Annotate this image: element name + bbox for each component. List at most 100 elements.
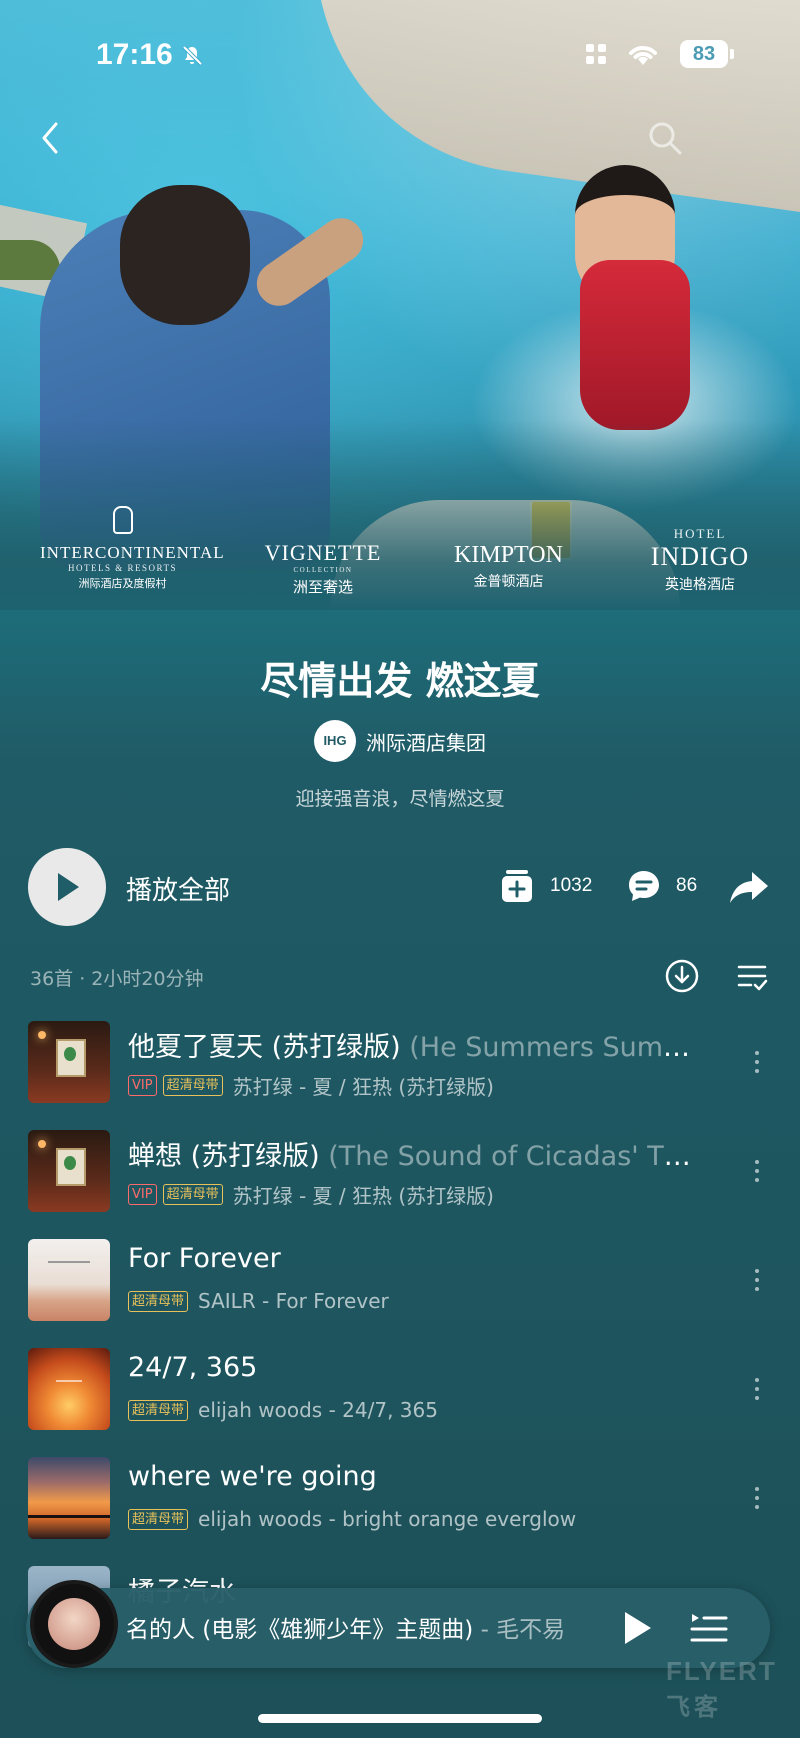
now-playing-song: 名的人 (电影《雄狮少年》主题曲)	[126, 1617, 474, 1643]
publisher-name[interactable]: 洲际酒店集团	[366, 727, 486, 756]
quality-badge: 超清母带	[162, 1075, 223, 1096]
status-bar: 17:16 83	[0, 0, 800, 110]
now-playing-cover	[48, 1598, 100, 1650]
song-title: 他夏了夏天 (苏打绿版) (He Summers Summers)	[128, 1025, 698, 1064]
playlist-meta: 36首 · 2小时20分钟	[30, 968, 204, 990]
more-icon[interactable]	[752, 1269, 762, 1299]
woman-figure	[580, 260, 690, 430]
comment-icon	[629, 871, 659, 901]
song-meta: 超清母带 elijah woods - 24/7, 365	[128, 1398, 708, 1422]
song-title: For Forever	[128, 1243, 281, 1274]
song-artist: elijah woods - 24/7, 365	[198, 1398, 438, 1422]
multi-select-icon[interactable]	[736, 962, 768, 992]
brand-kimpton: KIMPTON 金普顿酒店	[446, 542, 571, 591]
vip-badge: VIP	[128, 1184, 157, 1205]
song-row[interactable]: 他夏了夏天 (苏打绿版) (He Summers Summers) VIP 超清…	[0, 1021, 800, 1117]
brand-intercontinental: INTERCONTINENTAL HOTELS & RESORTS 洲际酒店及度…	[40, 506, 225, 591]
brand-logos: INTERCONTINENTAL HOTELS & RESORTS 洲际酒店及度…	[0, 506, 800, 596]
quality-badge: 超清母带	[128, 1399, 189, 1421]
comment-count: 86	[676, 875, 698, 896]
album-cover	[28, 1348, 110, 1430]
brand-name: INTERCONTINENTAL	[40, 543, 225, 562]
song-meta: VIP 超清母带 苏打绿 - 夏 / 狂热 (苏打绿版)	[128, 1071, 708, 1100]
now-playing-title[interactable]: 名的人 (电影《雄狮少年》主题曲) - 毛不易	[126, 1610, 626, 1644]
song-alt-title: (The Sound of Cicadas' Thoughts)	[328, 1141, 698, 1172]
bell-muted-icon	[182, 45, 203, 66]
collect-button[interactable]: 1032	[500, 868, 592, 904]
brand-cn: 洲至奢选	[292, 578, 353, 596]
share-icon[interactable]	[728, 870, 770, 906]
song-row[interactable]: For Forever 超清母带 SAILR - For Forever	[0, 1239, 800, 1335]
brand-indigo: HOTEL INDIGO 英迪格酒店	[640, 526, 760, 594]
brand-name: INDIGO	[650, 542, 750, 571]
collect-count: 1032	[550, 875, 593, 896]
search-icon[interactable]	[645, 118, 685, 158]
now-playing-artist: - 毛不易	[473, 1617, 566, 1643]
more-icon[interactable]	[752, 1051, 762, 1081]
play-pause-icon[interactable]	[620, 1608, 654, 1648]
quality-badge: 超清母带	[128, 1508, 189, 1530]
album-cover	[28, 1457, 110, 1539]
publisher-avatar[interactable]: IHG	[314, 720, 356, 762]
song-artist: elijah woods - bright orange everglow	[198, 1507, 577, 1531]
wifi-icon	[629, 46, 657, 65]
playlist-title: 尽情出发 燃这夏	[260, 659, 540, 703]
song-title: 24/7, 365	[128, 1352, 258, 1383]
album-cover	[28, 1130, 110, 1212]
song-row[interactable]: where we're going 超清母带 elijah woods - br…	[0, 1457, 800, 1553]
comment-button[interactable]: 86	[626, 868, 697, 904]
play-icon	[58, 873, 79, 901]
brand-cn: 金普顿酒店	[473, 574, 544, 590]
watermark-cn: 飞客	[666, 1694, 722, 1721]
song-row[interactable]: 24/7, 365 超清母带 elijah woods - 24/7, 365	[0, 1348, 800, 1444]
home-indicator[interactable]	[258, 1714, 542, 1723]
signal-icon	[586, 44, 606, 64]
download-icon[interactable]	[664, 958, 700, 994]
quality-badge: 超清母带	[162, 1184, 223, 1205]
vip-badge: VIP	[128, 1075, 157, 1096]
song-title-text: 他夏了夏天 (苏打绿版)	[128, 1032, 401, 1063]
play-all-label[interactable]: 播放全部	[126, 870, 230, 907]
brand-sub: HOTEL	[673, 526, 727, 541]
watermark-en: FLYERT	[666, 1656, 777, 1686]
song-title-text: 蝉想 (苏打绿版)	[128, 1141, 320, 1172]
song-meta: VIP 超清母带 苏打绿 - 夏 / 狂热 (苏打绿版)	[128, 1180, 708, 1209]
quality-badge: 超清母带	[128, 1290, 189, 1312]
brand-sub: HOTELS & RESORTS	[68, 563, 177, 573]
playlist-description[interactable]: 迎接强音浪，尽情燃这夏	[0, 784, 800, 811]
song-artist: SAILR - For Forever	[198, 1289, 389, 1313]
song-title: 蝉想 (苏打绿版) (The Sound of Cicadas' Thought…	[128, 1134, 698, 1173]
song-meta: 超清母带 SAILR - For Forever	[128, 1289, 708, 1313]
status-icons: 83	[586, 40, 734, 68]
play-all-button[interactable]	[28, 848, 106, 926]
now-playing-disc[interactable]	[30, 1580, 118, 1668]
playlist-page: INTERCONTINENTAL HOTELS & RESORTS 洲际酒店及度…	[0, 0, 800, 1738]
brand-name: KIMPTON	[454, 542, 563, 568]
brand-cn: 英迪格酒店	[665, 577, 735, 593]
publisher-row[interactable]: IHG 洲际酒店集团	[0, 720, 800, 762]
brand-name: VIGNETTE	[264, 540, 382, 565]
more-icon[interactable]	[752, 1160, 762, 1190]
brand-sub: COLLECTION	[293, 566, 353, 574]
more-icon[interactable]	[752, 1378, 762, 1408]
playlist-queue-icon[interactable]	[690, 1612, 728, 1646]
status-time: 17:16	[96, 38, 173, 71]
song-row[interactable]: 蝉想 (苏打绿版) (The Sound of Cicadas' Thought…	[0, 1130, 800, 1226]
song-artist: 苏打绿 - 夏 / 狂热 (苏打绿版)	[232, 1075, 494, 1099]
watermark: FLYERT 飞客	[666, 1656, 777, 1722]
add-to-collection-icon	[502, 870, 532, 902]
album-cover	[28, 1239, 110, 1321]
intercontinental-emblem-icon	[112, 506, 133, 534]
more-icon[interactable]	[752, 1487, 762, 1517]
album-cover	[28, 1021, 110, 1103]
song-alt-title: (He Summers Summers)	[409, 1032, 698, 1063]
song-meta: 超清母带 elijah woods - bright orange evergl…	[128, 1507, 708, 1531]
song-title: where we're going	[128, 1461, 377, 1492]
mini-player[interactable]: 名的人 (电影《雄狮少年》主题曲) - 毛不易	[26, 1580, 770, 1668]
song-artist: 苏打绿 - 夏 / 狂热 (苏打绿版)	[232, 1184, 494, 1208]
brand-vignette: VIGNETTE COLLECTION 洲至奢选	[258, 540, 388, 597]
man-head	[120, 185, 250, 325]
back-arrow-icon[interactable]	[34, 118, 66, 158]
battery-indicator: 83	[680, 40, 734, 68]
brand-cn: 洲际酒店及度假村	[78, 577, 167, 590]
